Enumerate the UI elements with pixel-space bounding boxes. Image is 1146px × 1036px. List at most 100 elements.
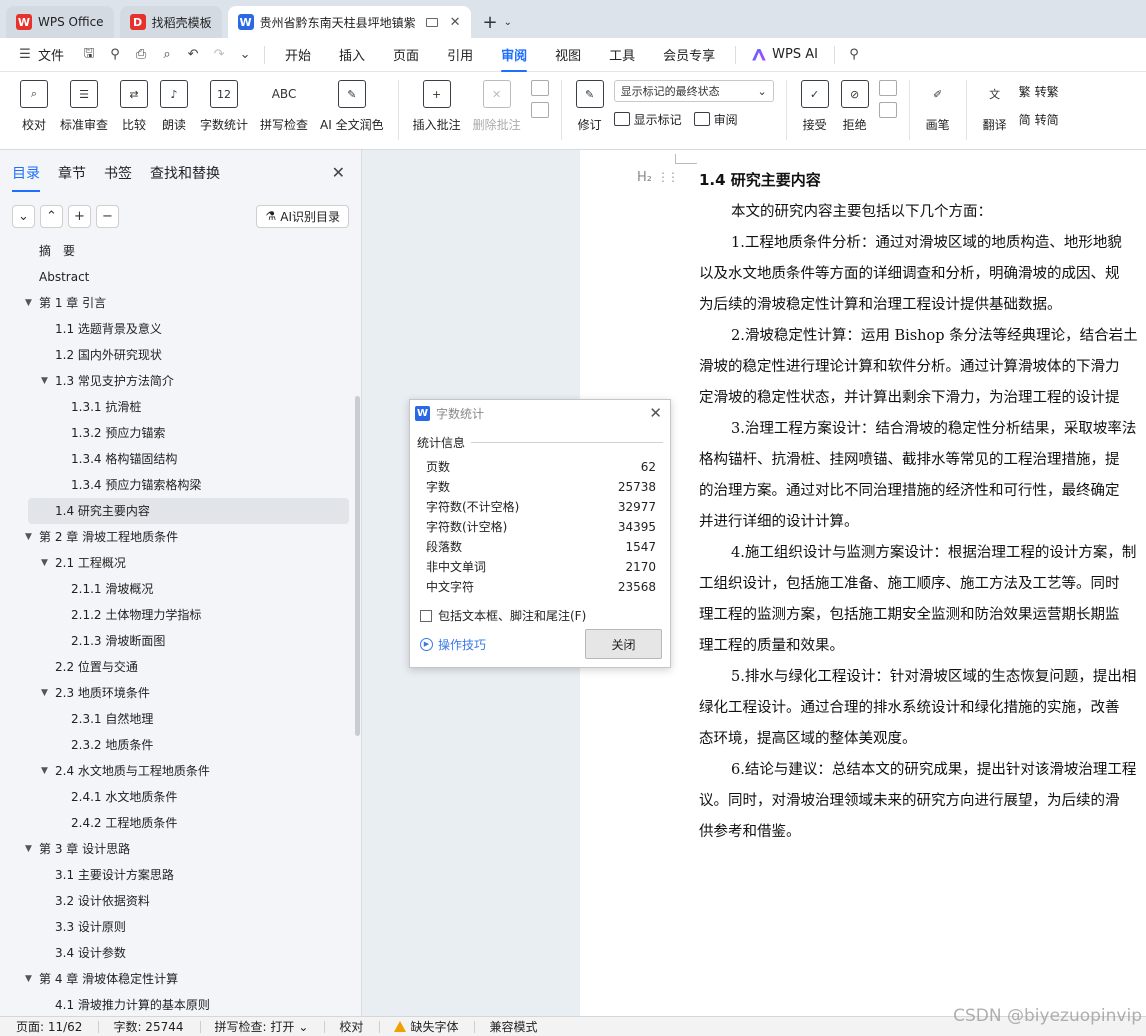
expand-arrow-icon[interactable]: ▼: [25, 836, 32, 862]
toc-item[interactable]: ▼ 第 4 章 滑坡体稳定性计算: [0, 966, 361, 992]
markup-mode-select[interactable]: 显示标记的最终状态 ⌄: [613, 80, 774, 102]
monitor-icon[interactable]: [425, 17, 438, 27]
toc-item[interactable]: 2.3.1 自然地理: [0, 706, 361, 732]
toc-item[interactable]: ▼ 1.3 常见支护方法简介: [0, 368, 361, 394]
toc-item[interactable]: 3.3 设计原则: [0, 914, 361, 940]
toc-item[interactable]: 3.1 主要设计方案思路: [0, 862, 361, 888]
include-textbox-checkbox[interactable]: 包括文本框、脚注和尾注(F): [420, 607, 670, 624]
menu-review[interactable]: 审阅: [487, 45, 541, 72]
close-panel-icon[interactable]: ✕: [332, 163, 345, 182]
word-count-button[interactable]: 12 字数统计: [194, 80, 254, 133]
add-heading-button[interactable]: +: [68, 204, 91, 228]
proofread-indicator[interactable]: 校对: [339, 1018, 379, 1035]
menu-tools[interactable]: 工具: [595, 45, 649, 64]
menu-member[interactable]: 会员专享: [649, 45, 729, 64]
tab-docer-templates[interactable]: D 找稻壳模板: [119, 6, 222, 38]
toc-item[interactable]: Abstract: [0, 264, 361, 290]
expand-arrow-icon[interactable]: ▼: [41, 758, 48, 784]
toc-item[interactable]: 4.1 滑坡推力计算的基本原则: [0, 992, 361, 1018]
close-button[interactable]: 关闭: [585, 629, 662, 659]
share-icon[interactable]: ⚲: [102, 47, 128, 62]
document-content[interactable]: 1.4 研究主要内容 本文的研究内容主要包括以下几个方面： 1.工程地质条件分析：…: [699, 167, 1146, 848]
toc-item[interactable]: ▼ 第 2 章 滑坡工程地质条件: [0, 524, 361, 550]
tab-sections[interactable]: 章节: [58, 163, 86, 183]
toc-item[interactable]: ▼ 2.1 工程概况: [0, 550, 361, 576]
menu-start[interactable]: 开始: [271, 45, 325, 64]
toc-item[interactable]: ▼ 第 3 章 设计思路: [0, 836, 361, 862]
translate-button[interactable]: 文翻译: [975, 80, 1015, 133]
proofread-button[interactable]: ⌕ 校对: [14, 80, 54, 133]
word-count-indicator[interactable]: 字数: 25744: [113, 1018, 199, 1035]
toc-item[interactable]: ▼ 2.4 水文地质与工程地质条件: [0, 758, 361, 784]
show-markup-button[interactable]: 显示标记: [613, 108, 682, 130]
toc-item[interactable]: 2.1.1 滑坡概况: [0, 576, 361, 602]
ai-polish-button[interactable]: ✎ AI 全文润色: [314, 80, 390, 133]
print-preview-icon[interactable]: ⌕: [154, 47, 180, 62]
page-indicator[interactable]: 页面: 11/62: [16, 1018, 98, 1035]
expand-down-button[interactable]: ⌄: [12, 204, 35, 228]
to-simplified-button[interactable]: 简转简: [1019, 108, 1059, 130]
reject-button[interactable]: ⊘ 拒绝: [835, 80, 875, 133]
toc-item[interactable]: ▼ 2.3 地质环境条件: [0, 680, 361, 706]
checkbox-box[interactable]: [420, 609, 432, 622]
drag-handle-icon[interactable]: ⋮⋮: [657, 170, 679, 184]
toc-item[interactable]: 3.4 设计参数: [0, 940, 361, 966]
undo-icon[interactable]: ↶: [180, 47, 206, 62]
expand-arrow-icon[interactable]: ▼: [25, 966, 32, 992]
next-change-icon[interactable]: [878, 102, 897, 118]
review-pane-button[interactable]: 审阅: [693, 108, 738, 130]
pen-button[interactable]: ✐ 画笔: [918, 80, 958, 133]
standard-review-button[interactable]: ☰ 标准审查: [54, 80, 114, 133]
collapse-up-button[interactable]: ⌃: [40, 204, 63, 228]
toc-item[interactable]: 3.2 设计依据资料: [0, 888, 361, 914]
dialog-close-icon[interactable]: ✕: [649, 404, 662, 422]
new-tab-button[interactable]: + ⌄: [477, 6, 518, 38]
spell-check-indicator[interactable]: 拼写检查: 打开 ⌄: [215, 1018, 325, 1035]
redo-icon[interactable]: ↷: [206, 47, 232, 62]
compare-button[interactable]: ⇄ 比较: [114, 80, 154, 133]
toc-item[interactable]: 1.3.1 抗滑桩: [0, 394, 361, 420]
toc-item[interactable]: 2.1.3 滑坡断面图: [0, 628, 361, 654]
menu-view[interactable]: 视图: [541, 45, 595, 64]
more-chevron-icon[interactable]: ⌄: [232, 47, 258, 62]
toc-item[interactable]: 1.1 选题背景及意义: [0, 316, 361, 342]
hamburger-icon[interactable]: ☰: [12, 47, 38, 62]
toc-item[interactable]: 1.2 国内外研究现状: [0, 342, 361, 368]
menu-page[interactable]: 页面: [379, 45, 433, 64]
toc-item[interactable]: 1.4 研究主要内容: [28, 498, 349, 524]
next-comment-icon[interactable]: [530, 102, 549, 118]
chevron-down-icon[interactable]: ⌄: [504, 17, 512, 28]
toc-item[interactable]: 2.2 位置与交通: [0, 654, 361, 680]
expand-arrow-icon[interactable]: ▼: [41, 550, 48, 576]
toc-scrollbar[interactable]: [355, 396, 360, 736]
tab-find-replace[interactable]: 查找和替换: [150, 163, 220, 183]
tips-link[interactable]: ▶ 操作技巧: [420, 636, 486, 653]
toc-item[interactable]: 2.4.1 水文地质条件: [0, 784, 361, 810]
prev-change-icon[interactable]: [878, 80, 897, 96]
tab-document[interactable]: W 贵州省黔东南天柱县坪地镇紫 ✕: [227, 6, 471, 38]
toc-item[interactable]: 1.3.4 预应力锚索格构梁: [0, 472, 361, 498]
toc-item[interactable]: 摘 要: [0, 238, 361, 264]
prev-comment-icon[interactable]: [530, 80, 549, 96]
menu-insert[interactable]: 插入: [325, 45, 379, 64]
accept-button[interactable]: ✓ 接受: [795, 80, 835, 133]
toc-item[interactable]: 1.3.2 预应力锚索: [0, 420, 361, 446]
expand-arrow-icon[interactable]: ▼: [25, 524, 32, 550]
tab-toc[interactable]: 目录: [12, 163, 40, 192]
print-icon[interactable]: ⎙: [128, 47, 154, 62]
wps-ai-button[interactable]: WPS AI: [742, 47, 828, 62]
expand-arrow-icon[interactable]: ▼: [41, 680, 48, 706]
tab-wps-office[interactable]: W WPS Office: [6, 6, 114, 38]
expand-arrow-icon[interactable]: ▼: [25, 290, 32, 316]
spell-check-button[interactable]: ABC 拼写检查: [254, 80, 314, 133]
toc-item[interactable]: 2.3.2 地质条件: [0, 732, 361, 758]
expand-arrow-icon[interactable]: ▼: [41, 368, 48, 394]
search-icon[interactable]: ⚲: [841, 47, 867, 62]
heading-level-marker[interactable]: H₂: [637, 170, 652, 185]
remove-heading-button[interactable]: −: [96, 204, 119, 228]
revise-button[interactable]: ✎ 修订: [570, 80, 610, 133]
read-aloud-button[interactable]: ♪ 朗读: [154, 80, 194, 133]
missing-font-indicator[interactable]: 缺失字体: [394, 1018, 474, 1035]
file-menu[interactable]: 文件: [38, 45, 76, 64]
toc-item[interactable]: 1.3.4 格构锚固结构: [0, 446, 361, 472]
